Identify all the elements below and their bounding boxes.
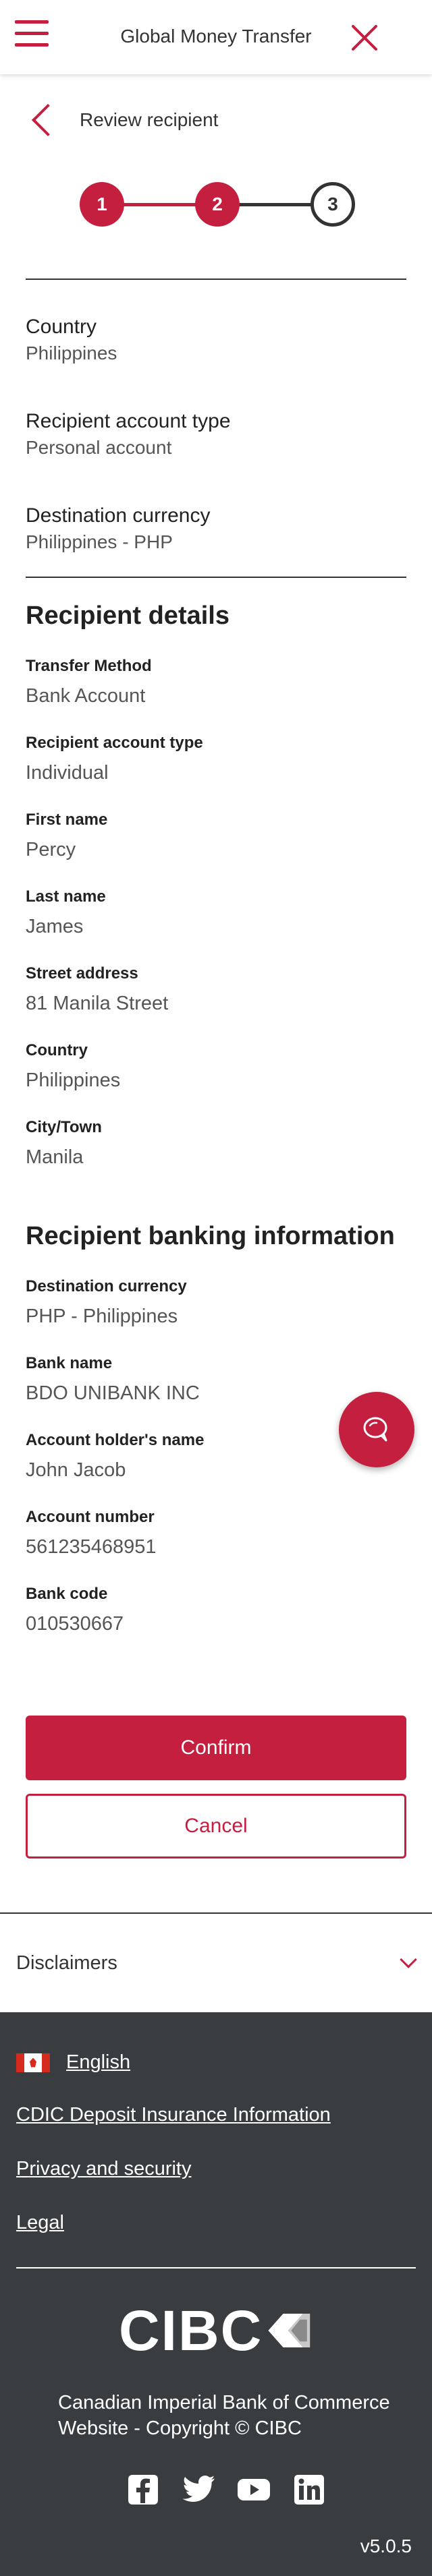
field-value: PHP - Philippines [26,1306,178,1327]
page-title: Global Money Transfer [120,26,312,47]
disclaimers-label: Disclaimers [16,1952,117,1974]
progress-stepper: 1 2 3 [80,182,355,227]
summary-label-currency: Destination currency [26,504,211,527]
cibc-logo: CIBC [119,2302,313,2359]
summary-value-country: Philippines [26,343,117,363]
field-value: Bank Account [26,685,146,707]
social-links [126,2472,347,2507]
field-value: James [26,916,84,937]
disclaimers-accordion[interactable]: Disclaimers [0,1912,432,2012]
chevron-down-icon [400,1951,417,1968]
field-label: Transfer Method [26,657,152,675]
cibc-logo-mark [268,2313,310,2348]
field-value: Philippines [26,1070,121,1091]
field-value: 81 Manila Street [26,993,169,1014]
divider [26,279,406,280]
step-1: 1 [80,182,124,227]
app-version: v5.0.5 [360,2536,412,2556]
field-label: Account number [26,1508,155,1526]
footer-divider [16,2267,416,2268]
cibc-logo-text: CIBC [119,2299,263,2362]
step-3: 3 [310,182,355,227]
hamburger-menu-icon[interactable] [15,20,49,49]
language-link[interactable]: English [66,2051,130,2074]
divider [26,577,406,578]
language-selector[interactable]: English [16,2051,130,2074]
banking-info-title: Recipient banking information [26,1222,395,1250]
field-label: Bank code [26,1585,108,1603]
close-icon[interactable] [350,23,379,53]
summary-label-country: Country [26,316,97,338]
field-label: Street address [26,964,138,983]
summary-label-account-type: Recipient account type [26,410,231,432]
youtube-icon[interactable] [236,2472,271,2507]
footer: English CDIC Deposit Insurance Informati… [0,2012,432,2576]
chat-button[interactable] [339,1392,414,1467]
field-value: John Jacob [26,1459,126,1481]
field-label: Country [26,1041,88,1059]
field-value: 561235468951 [26,1536,157,1558]
summary-value-account-type: Personal account [26,437,172,458]
privacy-link[interactable]: Privacy and security [16,2158,192,2180]
cancel-button[interactable]: Cancel [26,1794,406,1858]
facebook-icon[interactable] [126,2472,161,2507]
field-label: Account holder's name [26,1431,205,1449]
back-link[interactable]: Review recipient [26,100,218,140]
legal-link[interactable]: Legal [16,2212,64,2234]
field-value: Percy [26,839,76,860]
confirm-button[interactable]: Confirm [26,1716,406,1780]
field-label: Recipient account type [26,734,203,752]
canada-flag-icon [16,2053,50,2072]
step-2: 2 [195,182,240,227]
linkedin-icon[interactable] [292,2472,327,2507]
chevron-left-icon [31,103,65,137]
field-label: First name [26,811,108,829]
twitter-icon[interactable] [181,2472,216,2507]
recipient-details-title: Recipient details [26,602,230,630]
field-label: City/Town [26,1118,102,1136]
field-value: BDO UNIBANK INC [26,1382,200,1404]
field-label: Last name [26,887,106,906]
cdic-link[interactable]: CDIC Deposit Insurance Information [16,2104,331,2126]
field-value: Manila [26,1146,84,1168]
field-value: 010530667 [26,1613,124,1635]
field-label: Bank name [26,1354,113,1372]
summary-value-currency: Philippines - PHP [26,531,173,552]
top-bar: Global Money Transfer [0,0,432,74]
copyright-text: Canadian Imperial Bank of Commerce Websi… [58,2392,390,2439]
back-link-label: Review recipient [80,109,219,130]
field-label: Destination currency [26,1277,187,1295]
chat-bubble-icon [363,1417,387,1442]
field-value: Individual [26,762,109,784]
